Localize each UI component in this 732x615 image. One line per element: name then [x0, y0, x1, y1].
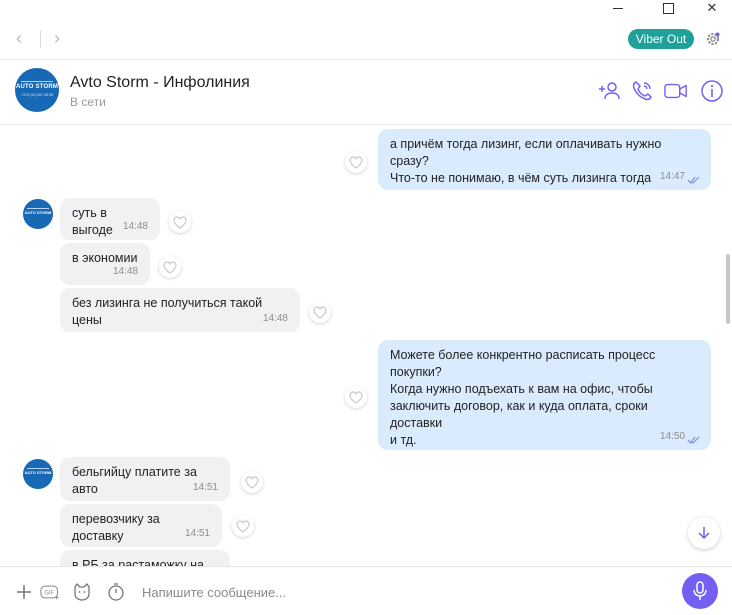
info-icon[interactable]	[700, 79, 724, 103]
message-text: без лизинга не получиться такой цены	[72, 296, 263, 327]
read-checkmarks-icon	[687, 176, 700, 184]
timer-icon[interactable]	[106, 582, 126, 602]
message-time: 14:48	[122, 221, 148, 232]
message-text: а причём тогда лизинг, если оплачивать н…	[390, 137, 662, 185]
message-bubble-incoming[interactable]: перевозчику за доставку 14:51	[60, 504, 222, 547]
voice-message-button[interactable]	[682, 573, 718, 609]
chat-status: В сети	[70, 95, 106, 109]
chat-avatar[interactable]: AUTO STORM +375 (44) 557-98-98	[15, 68, 59, 112]
message-bubble-incoming[interactable]: в РБ за растаможку на свх	[60, 550, 230, 566]
message-bubble-incoming[interactable]: без лизинга не получиться такой цены 14:…	[60, 288, 300, 332]
message-time: 14:51	[192, 482, 218, 493]
window-title-bar: ✕	[0, 0, 732, 18]
message-time: 14:51	[184, 528, 210, 539]
like-heart-icon[interactable]	[345, 151, 367, 173]
maximize-button[interactable]	[648, 0, 688, 16]
back-button[interactable]: ‹	[16, 28, 22, 49]
sender-avatar[interactable]: AUTO STORM	[23, 199, 53, 229]
message-bubble-outgoing[interactable]: Можете более конкрентно расписать процес…	[378, 340, 711, 450]
scroll-to-bottom-button[interactable]	[688, 517, 720, 549]
close-button[interactable]: ✕	[692, 0, 732, 16]
message-scrollbar[interactable]	[724, 126, 732, 566]
like-heart-icon[interactable]	[232, 515, 254, 537]
message-composer: GIF	[0, 566, 732, 615]
chat-title[interactable]: Avto Storm - Инфолиния	[70, 74, 250, 92]
like-heart-icon[interactable]	[159, 256, 181, 278]
plus-icon[interactable]	[14, 582, 34, 602]
message-input[interactable]	[134, 579, 654, 605]
avatar-logo-text: AUTO STORM	[24, 470, 52, 475]
message-list[interactable]: а причём тогда лизинг, если оплачивать н…	[0, 126, 724, 566]
avatar-logo-phone: +375 (44) 557-98-98	[20, 93, 53, 97]
message-bubble-incoming[interactable]: суть в выгоде 14:48	[60, 198, 160, 240]
arrow-down-icon	[698, 527, 710, 540]
like-heart-icon[interactable]	[345, 386, 367, 408]
message-bubble-outgoing[interactable]: а причём тогда лизинг, если оплачивать н…	[378, 129, 711, 190]
message-bubble-incoming[interactable]: бельгийцу платите за авто 14:51	[60, 457, 230, 501]
read-checkmarks-icon	[687, 436, 700, 444]
settings-gear-icon[interactable]	[705, 31, 721, 47]
gif-icon[interactable]: GIF	[40, 582, 60, 602]
sender-avatar[interactable]: AUTO STORM	[23, 459, 53, 489]
like-heart-icon[interactable]	[309, 301, 331, 323]
like-heart-icon[interactable]	[241, 471, 263, 493]
minimize-button[interactable]	[598, 0, 638, 16]
message-bubble-incoming[interactable]: в экономии 14:48	[60, 243, 150, 285]
message-text: в РБ за растаможку на свх	[72, 558, 204, 566]
sticker-icon[interactable]	[72, 582, 92, 602]
viber-out-button[interactable]: Viber Out	[628, 29, 694, 49]
video-call-icon[interactable]	[664, 79, 688, 103]
chat-header: AUTO STORM +375 (44) 557-98-98 Avto Stor…	[0, 61, 732, 125]
like-heart-icon[interactable]	[169, 211, 191, 233]
message-time: 14:50	[659, 431, 685, 442]
scrollbar-thumb[interactable]	[726, 254, 730, 324]
message-text: Можете более конкрентно расписать процес…	[390, 348, 656, 447]
microphone-icon	[693, 581, 707, 600]
avatar-logo-text: AUTO STORM	[24, 210, 52, 215]
navigation-bar: ‹ › Viber Out	[0, 18, 732, 60]
call-icon[interactable]	[630, 79, 654, 103]
forward-button[interactable]: ›	[54, 28, 60, 49]
close-icon: ✕	[706, 0, 718, 15]
message-time: 14:47	[659, 171, 685, 182]
add-participant-icon[interactable]	[598, 79, 622, 103]
nav-divider	[40, 30, 41, 48]
message-time: 14:48	[112, 266, 138, 277]
message-time: 14:48	[262, 313, 288, 324]
avatar-logo-text: AUTO STORM	[15, 84, 59, 90]
gif-label: GIF	[44, 591, 54, 597]
